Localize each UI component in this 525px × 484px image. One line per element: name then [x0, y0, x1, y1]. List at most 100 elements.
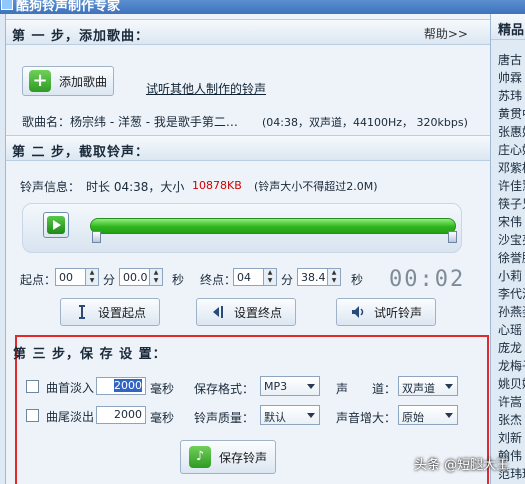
fadein-label: 曲首淡入	[46, 381, 95, 395]
set-end-button[interactable]: 设置终点	[196, 298, 296, 326]
speaker-icon	[350, 304, 366, 320]
ringtone-info-label: 铃声信息：	[20, 180, 81, 194]
stepper-arrows-icon[interactable]: ▲ ▼	[85, 269, 98, 285]
featured-item[interactable]: 小莉	[498, 267, 522, 284]
start-sec-unit: 秒	[172, 273, 185, 287]
step1-header: 第 一 步，添加歌曲： 帮助>>	[6, 19, 490, 45]
title-bar: 酷狗铃声制作专家	[0, 0, 525, 14]
quality-select[interactable]: 默认	[260, 405, 320, 425]
trim-track[interactable]	[90, 218, 456, 234]
featured-item[interactable]: 苏玮	[498, 87, 522, 104]
start-min-unit: 分	[103, 273, 116, 287]
time-display: 00:02	[389, 267, 466, 292]
featured-title: 精品	[498, 23, 525, 38]
step2-title: 第 二 步，截取铃声：	[12, 145, 150, 160]
start-sec-stepper[interactable]: 00.0 ▲ ▼	[119, 268, 163, 286]
featured-item[interactable]: 宋伟	[498, 213, 522, 230]
end-label: 终点：	[200, 273, 237, 287]
song-meta: (04:38，双声道，44100Hz， 320kbps)	[262, 116, 468, 129]
others-ringtone-link[interactable]: 试听其他人制作的铃声	[146, 80, 266, 97]
chevron-down-icon	[307, 413, 315, 418]
step2-header: 第 二 步，截取铃声：	[6, 135, 490, 161]
featured-item[interactable]: 张杰	[498, 411, 522, 428]
featured-item[interactable]: 庄心妍	[498, 141, 525, 158]
fadeout-input[interactable]: 2000	[96, 406, 146, 424]
featured-item[interactable]: 李代沫	[498, 285, 525, 302]
chevron-down-icon	[445, 384, 453, 389]
end-handle[interactable]	[448, 231, 457, 243]
window-title: 酷狗铃声制作专家	[16, 0, 121, 14]
fadein-value: 2000	[114, 379, 142, 392]
play-button[interactable]	[43, 212, 69, 238]
stepper-arrows-icon[interactable]: ▲ ▼	[149, 269, 162, 285]
ringtone-size-limit: (铃声大小不得超过2.0M)	[254, 180, 378, 193]
featured-item[interactable]: 庞龙	[498, 339, 522, 356]
start-label: 起点：	[20, 273, 57, 287]
start-min-stepper[interactable]: 00 ▲ ▼	[55, 268, 99, 286]
gain-label: 声音增大：	[336, 411, 397, 425]
play-icon	[47, 216, 65, 234]
fadein-checkbox[interactable]	[26, 380, 39, 393]
end-sec-stepper[interactable]: 38.4 ▲ ▼	[297, 268, 341, 286]
stepper-arrows-icon[interactable]: ▲ ▼	[263, 269, 276, 285]
chevron-down-icon	[445, 413, 453, 418]
featured-item[interactable]: 唐古	[498, 51, 522, 68]
featured-item[interactable]: 刘新	[498, 429, 522, 446]
fadeout-checkbox[interactable]	[26, 409, 39, 422]
fadein-input[interactable]: 2000	[96, 377, 146, 395]
featured-item[interactable]: 筷子兄	[498, 195, 525, 212]
preview-ringtone-label: 试听铃声	[373, 305, 422, 320]
cursor-start-icon	[74, 304, 90, 320]
fadeout-unit: 毫秒	[150, 411, 175, 425]
featured-item[interactable]: 孙燕姿	[498, 303, 525, 320]
step3-title: 第 三 步，保 存 设 置：	[13, 347, 167, 362]
add-song-label: 添加歌曲	[59, 74, 108, 89]
featured-item[interactable]: 许佳慧	[498, 177, 525, 194]
stepper-arrows-icon[interactable]: ▲ ▼	[327, 269, 340, 285]
featured-item[interactable]: 龙梅子	[498, 357, 525, 374]
help-link[interactable]: 帮助>>	[424, 25, 468, 42]
channel-select[interactable]: 双声道	[398, 376, 458, 396]
end-sec-value: 38.4	[301, 271, 326, 284]
song-name-value: 杨宗纬 - 洋葱 - 我是歌手第二…	[70, 115, 238, 129]
song-name-label: 歌曲名：	[22, 115, 71, 129]
save-ringtone-button[interactable]: ♪ 保存铃声	[180, 440, 276, 474]
featured-item[interactable]: 邓紫棋	[498, 159, 525, 176]
format-select[interactable]: MP3	[260, 376, 320, 396]
featured-item[interactable]: 帅霖	[498, 69, 522, 86]
featured-item[interactable]: 徐誉滕	[498, 249, 525, 266]
arrow-left-icon	[210, 304, 226, 320]
end-sec-unit: 秒	[351, 273, 364, 287]
featured-item[interactable]: 心瑶	[498, 321, 522, 338]
channel-label: 声 道：	[336, 382, 397, 396]
fadeout-label: 曲尾淡出	[46, 410, 95, 424]
app-icon	[1, 0, 13, 10]
featured-item[interactable]: 沙宝亮	[498, 231, 525, 248]
quality-value: 默认	[264, 411, 286, 424]
end-min-unit: 分	[281, 273, 294, 287]
gain-select[interactable]: 原始	[398, 405, 458, 425]
featured-item[interactable]: 黄贯中	[498, 105, 525, 122]
music-note-icon: ♪	[188, 446, 211, 468]
end-min-stepper[interactable]: 04 ▲ ▼	[233, 268, 277, 286]
set-end-label: 设置终点	[233, 305, 282, 320]
ringtone-duration: 时长 04:38，大小	[86, 180, 185, 194]
channel-value: 双声道	[402, 382, 435, 395]
watermark: 头条 @短腿大王	[414, 458, 510, 473]
end-min-value: 04	[237, 271, 251, 284]
featured-item[interactable]: 姚贝娜	[498, 375, 525, 392]
featured-item[interactable]: 张惠妹	[498, 123, 525, 140]
start-sec-value: 00.0	[123, 271, 148, 284]
format-label: 保存格式：	[194, 382, 255, 396]
set-start-label: 设置起点	[97, 305, 146, 320]
chevron-down-icon	[307, 384, 315, 389]
format-value: MP3	[264, 380, 288, 393]
featured-item[interactable]: 许嵩	[498, 393, 522, 410]
step1-title: 第 一 步，添加歌曲：	[12, 29, 150, 44]
gain-value: 原始	[402, 411, 424, 424]
preview-ringtone-button[interactable]: 试听铃声	[336, 298, 436, 326]
start-handle[interactable]	[92, 231, 101, 243]
add-song-button[interactable]: + 添加歌曲	[22, 66, 114, 96]
set-start-button[interactable]: 设置起点	[60, 298, 160, 326]
save-ringtone-label: 保存铃声	[218, 450, 267, 465]
